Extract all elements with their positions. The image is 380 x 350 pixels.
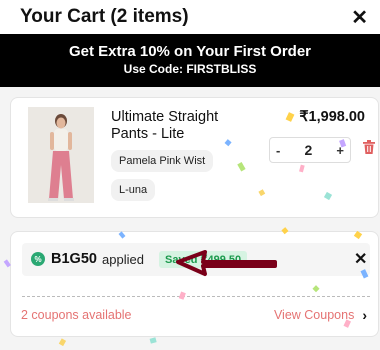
remove-coupon-icon[interactable]: ✕ [354,249,367,269]
product-name[interactable]: Ultimate Straight Pants - Lite [111,109,246,143]
increase-button[interactable]: + [336,143,344,158]
promo-banner: Get Extra 10% on Your First Order Use Co… [0,34,380,87]
decrease-button[interactable]: - [276,143,280,158]
cart-item-card: Ultimate Straight Pants - Lite ₹1,998.00… [10,97,379,218]
promo-code-line: Use Code: FIRSTBLISS [123,62,257,76]
coupons-available: 2 coupons available [21,308,132,322]
quantity-stepper: - 2 + [269,137,351,163]
close-icon[interactable]: ✕ [351,5,368,30]
divider [22,296,370,297]
size-chip: L-una [111,179,156,201]
svg-text:%: % [34,255,41,264]
product-image[interactable] [28,107,94,203]
quantity-value: 2 [304,142,313,158]
cart-header: Your Cart (2 items) ✕ [0,0,380,34]
view-coupons-link[interactable]: View Coupons › [274,307,367,323]
color-chip: Pamela Pink Wist [111,150,214,172]
annotation-arrow-icon [176,250,277,276]
chevron-right-icon: › [362,307,367,323]
coupon-status: applied [102,252,144,267]
coupon-code: B1G50 [51,251,97,267]
discount-badge-icon: % [31,252,45,266]
trash-icon[interactable] [363,140,375,154]
product-price: ₹1,998.00 [299,109,365,125]
cart-title: Your Cart (2 items) [20,6,189,27]
view-coupons-label: View Coupons [273,308,355,322]
promo-headline: Get Extra 10% on Your First Order [68,43,311,60]
